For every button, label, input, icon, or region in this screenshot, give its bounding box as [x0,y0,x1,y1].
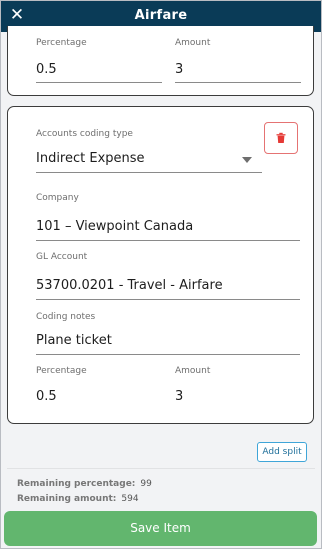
remaining-percentage-value: 99 [140,479,152,489]
percentage-label: Percentage [36,38,87,48]
percentage-input[interactable]: 0.5 [36,62,57,77]
chevron-down-icon [242,157,252,163]
divider [7,468,315,469]
remaining-amount-label: Remaining amount: [17,494,117,504]
split-card-2: Accounts coding type Indirect Expense Co… [7,106,314,424]
company-input[interactable]: 101 – Viewpoint Canada [36,219,193,234]
coding-type-select[interactable]: Indirect Expense [36,147,262,173]
amount-label: Amount [175,366,211,376]
gl-account-input[interactable]: 53700.0201 - Travel - Airfare [36,278,223,293]
coding-type-label: Accounts coding type [36,129,133,139]
save-item-button[interactable]: Save Item [4,511,317,546]
coding-notes-underline [36,354,300,355]
remaining-amount-value: 594 [121,494,139,504]
percentage-label: Percentage [36,366,87,376]
trash-icon [276,132,286,143]
split-card-1: Percentage 0.5 Amount 3 [7,26,314,96]
gl-account-label: GL Account [36,252,88,262]
percentage-input[interactable]: 0.5 [36,389,57,404]
amount-underline [175,82,301,83]
company-label: Company [36,193,79,203]
coding-notes-label: Coding notes [36,312,96,322]
remaining-percentage-label: Remaining percentage: [17,479,136,489]
amount-label: Amount [175,38,211,48]
coding-type-underline [36,172,262,173]
coding-type-value: Indirect Expense [36,151,145,166]
amount-input[interactable]: 3 [175,389,183,404]
add-split-button[interactable]: Add split [257,442,307,462]
coding-notes-input[interactable]: Plane ticket [36,333,112,348]
company-underline [36,240,300,241]
amount-input[interactable]: 3 [175,62,183,77]
percentage-underline [36,82,162,83]
remaining-amount: Remaining amount: 594 [17,494,139,504]
gl-account-underline [36,299,300,300]
remaining-percentage: Remaining percentage: 99 [17,479,152,489]
delete-split-button[interactable] [264,122,298,154]
